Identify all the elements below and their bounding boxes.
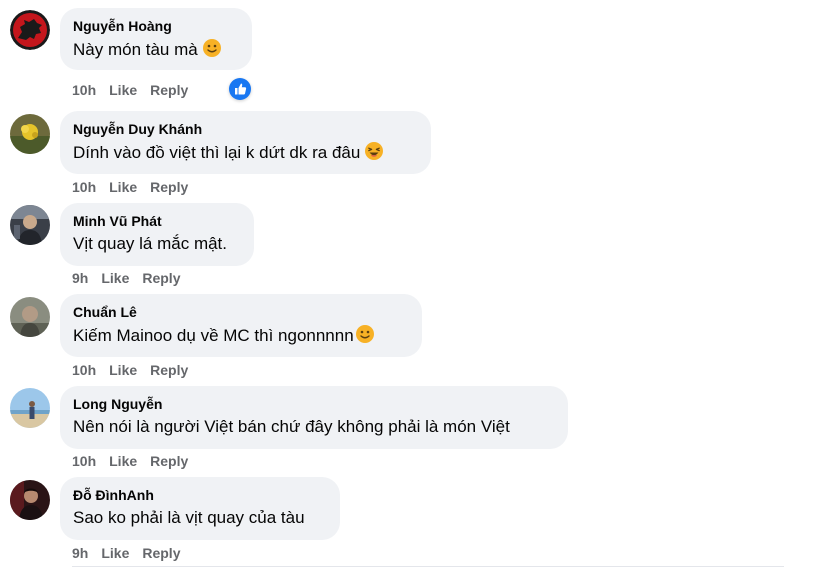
avatar[interactable] <box>10 205 50 245</box>
comment-time[interactable]: 9h <box>72 544 88 562</box>
avatar[interactable] <box>10 10 50 50</box>
like-reaction-icon[interactable] <box>229 78 251 100</box>
comment-time[interactable]: 9h <box>72 269 88 287</box>
comment-author[interactable]: Chuẩn Lê <box>73 303 409 321</box>
comment-text: Sao ko phải là vịt quay của tàu <box>73 508 305 527</box>
comment-actions: 9h Like Reply <box>72 269 193 287</box>
comment-author[interactable]: Long Nguyễn <box>73 395 555 413</box>
comment-text: Này món tàu mà <box>73 40 198 59</box>
laughing-emoji-icon <box>364 141 384 167</box>
comment-time[interactable]: 10h <box>72 178 96 196</box>
comment-bubble: Đỗ ĐìnhAnh Sao ko phải là vịt quay của t… <box>60 477 340 540</box>
comment-actions: 10h Like Reply <box>72 361 201 379</box>
comment-author[interactable]: Nguyễn Hoàng <box>73 17 239 35</box>
comment-time[interactable]: 10h <box>72 361 96 379</box>
comment-actions: 10h Like Reply <box>72 178 201 196</box>
comment-text-row: Này món tàu mà <box>73 38 239 64</box>
comment-text: Kiếm Mainoo dụ về MC thì ngonnnnn <box>73 326 354 345</box>
avatar[interactable] <box>10 114 50 154</box>
reply-link[interactable]: Reply <box>150 452 188 470</box>
divider <box>72 566 784 567</box>
like-link[interactable]: Like <box>109 361 137 379</box>
comment-text: Vịt quay lá mắc mật. <box>73 234 228 253</box>
comment-actions: 10h Like Reply <box>72 452 201 470</box>
comment-text-row: Dính vào đồ việt thì lại k dứt dk ra đâu <box>73 141 418 167</box>
avatar[interactable] <box>10 480 50 520</box>
like-link[interactable]: Like <box>109 452 137 470</box>
comment-bubble: Minh Vũ Phát Vịt quay lá mắc mật. <box>60 203 254 266</box>
avatar[interactable] <box>10 297 50 337</box>
comment-time[interactable]: 10h <box>72 81 96 99</box>
comment-actions: 10h Like Reply <box>72 81 201 99</box>
comment-time[interactable]: 10h <box>72 452 96 470</box>
comment-text: Dính vào đồ việt thì lại k dứt dk ra đâu <box>73 143 361 162</box>
reply-link[interactable]: Reply <box>142 544 180 562</box>
reply-link[interactable]: Reply <box>150 81 188 99</box>
comment-text-row: Kiếm Mainoo dụ về MC thì ngonnnnn <box>73 324 409 350</box>
comment-bubble: Nguyễn Hoàng Này món tàu mà <box>60 8 252 70</box>
slight-smile-emoji-icon <box>355 324 375 350</box>
reply-link[interactable]: Reply <box>150 361 188 379</box>
like-link[interactable]: Like <box>101 544 129 562</box>
like-link[interactable]: Like <box>109 81 137 99</box>
comment-bubble: Chuẩn Lê Kiếm Mainoo dụ về MC thì ngonnn… <box>60 294 422 357</box>
like-link[interactable]: Like <box>101 269 129 287</box>
comment-author[interactable]: Đỗ ĐìnhAnh <box>73 486 327 504</box>
like-link[interactable]: Like <box>109 178 137 196</box>
comment-bubble: Long Nguyễn Nên nói là người Việt bán ch… <box>60 386 568 449</box>
comment-author[interactable]: Minh Vũ Phát <box>73 212 241 230</box>
comment-text: Nên nói là người Việt bán chứ đây không … <box>73 417 510 436</box>
comment-author[interactable]: Nguyễn Duy Khánh <box>73 120 418 138</box>
slight-smile-emoji-icon <box>202 38 222 64</box>
comment-bubble: Nguyễn Duy Khánh Dính vào đồ việt thì lạ… <box>60 111 431 174</box>
reply-link[interactable]: Reply <box>142 269 180 287</box>
avatar[interactable] <box>10 388 50 428</box>
comment-actions: 9h Like Reply <box>72 544 193 562</box>
reply-link[interactable]: Reply <box>150 178 188 196</box>
